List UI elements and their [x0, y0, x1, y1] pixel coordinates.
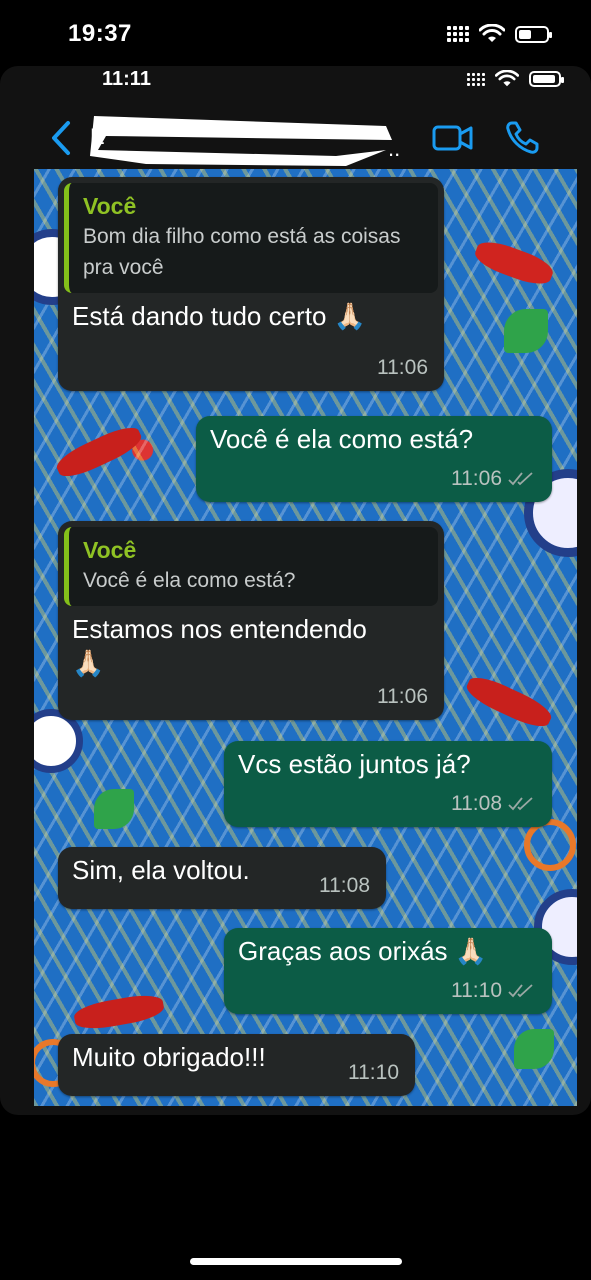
message-bubble-outgoing[interactable]: Graças aos orixás 🙏🏻 11:10: [224, 928, 552, 1014]
wallpaper-decoration: [462, 671, 556, 733]
message-meta: 11:08: [319, 869, 370, 903]
inner-status-time: 11:11: [102, 68, 151, 90]
svg-text:..: ..: [388, 136, 400, 161]
message-meta: 11:06: [377, 351, 428, 385]
message-time: 11:10: [451, 979, 502, 1002]
video-call-button[interactable]: [432, 120, 474, 156]
message-time: 11:06: [377, 685, 428, 708]
message-meta: 11:06: [377, 680, 428, 714]
message-time: 11:06: [451, 467, 502, 490]
message-time: 11:10: [348, 1061, 399, 1084]
wallpaper-decoration: [72, 991, 166, 1033]
message-meta: 11:10: [451, 974, 536, 1008]
message-bubble-incoming[interactable]: Você Bom dia filho como está as coisas p…: [58, 177, 444, 391]
message-text: Vcs estão juntos já?: [238, 749, 471, 779]
message-bubble-incoming[interactable]: Sim, ela voltou. 11:08: [58, 847, 386, 909]
message-time: 11:08: [451, 792, 502, 815]
quoted-message[interactable]: Você Você é ela como está?: [64, 527, 438, 606]
redaction-scribble: ..: [90, 116, 400, 166]
phone-icon: [506, 121, 539, 154]
chat-screenshot: 11:11 E ..: [0, 66, 591, 1115]
quote-author: Você: [83, 537, 137, 563]
message-bubble-outgoing[interactable]: Você é ela como está? 11:06: [196, 416, 552, 502]
read-ticks-icon: [508, 472, 533, 486]
battery-icon: [529, 71, 564, 87]
wallpaper-decoration: [94, 789, 134, 829]
wifi-icon: [479, 24, 505, 42]
status-icons: [447, 24, 552, 44]
read-ticks-icon: [508, 984, 533, 998]
wallpaper-decoration: [471, 236, 557, 290]
back-button[interactable]: [46, 118, 76, 158]
quote-text: Bom dia filho como está as coisas pra vo…: [83, 225, 401, 279]
voice-call-button[interactable]: [504, 120, 540, 156]
message-bubble-outgoing[interactable]: Vcs estão juntos já? 11:08: [224, 741, 552, 827]
message-bubble-incoming[interactable]: Muito obrigado!!! 11:10: [58, 1034, 415, 1096]
message-text: Estamos nos entendendo 🙏🏻: [72, 614, 367, 678]
read-ticks-icon: [508, 797, 533, 811]
signal-icon: [447, 26, 469, 42]
message-text: Graças aos orixás 🙏🏻: [238, 936, 488, 966]
wallpaper-decoration: [52, 421, 146, 483]
chat-header: E ..: [0, 106, 591, 170]
wallpaper-decoration: [504, 309, 548, 353]
message-meta: 11:06: [451, 462, 536, 496]
chat-area[interactable]: Você Bom dia filho como está as coisas p…: [34, 169, 577, 1106]
video-camera-icon: [432, 125, 473, 151]
quoted-message[interactable]: Você Bom dia filho como está as coisas p…: [64, 183, 438, 293]
message-time: 11:06: [377, 356, 428, 379]
wifi-icon: [495, 70, 519, 87]
status-time: 19:37: [68, 20, 132, 47]
home-indicator[interactable]: [190, 1258, 402, 1265]
inner-status-icons: [467, 70, 564, 88]
battery-icon: [515, 25, 552, 43]
message-meta: 11:08: [451, 787, 536, 821]
chevron-left-icon: [52, 121, 70, 155]
message-bubble-incoming[interactable]: Você Você é ela como está? Estamos nos e…: [58, 521, 444, 720]
signal-icon: [467, 72, 485, 86]
status-bar: 19:37: [0, 0, 591, 66]
quote-text: Você é ela como está?: [83, 569, 296, 592]
message-text: Está dando tudo certo 🙏🏻: [72, 301, 366, 331]
wallpaper-decoration: [514, 1029, 554, 1069]
message-meta: 11:10: [348, 1056, 399, 1090]
message-time: 11:08: [319, 874, 370, 897]
quote-author: Você: [83, 193, 137, 219]
message-text: Você é ela como está?: [210, 424, 474, 454]
